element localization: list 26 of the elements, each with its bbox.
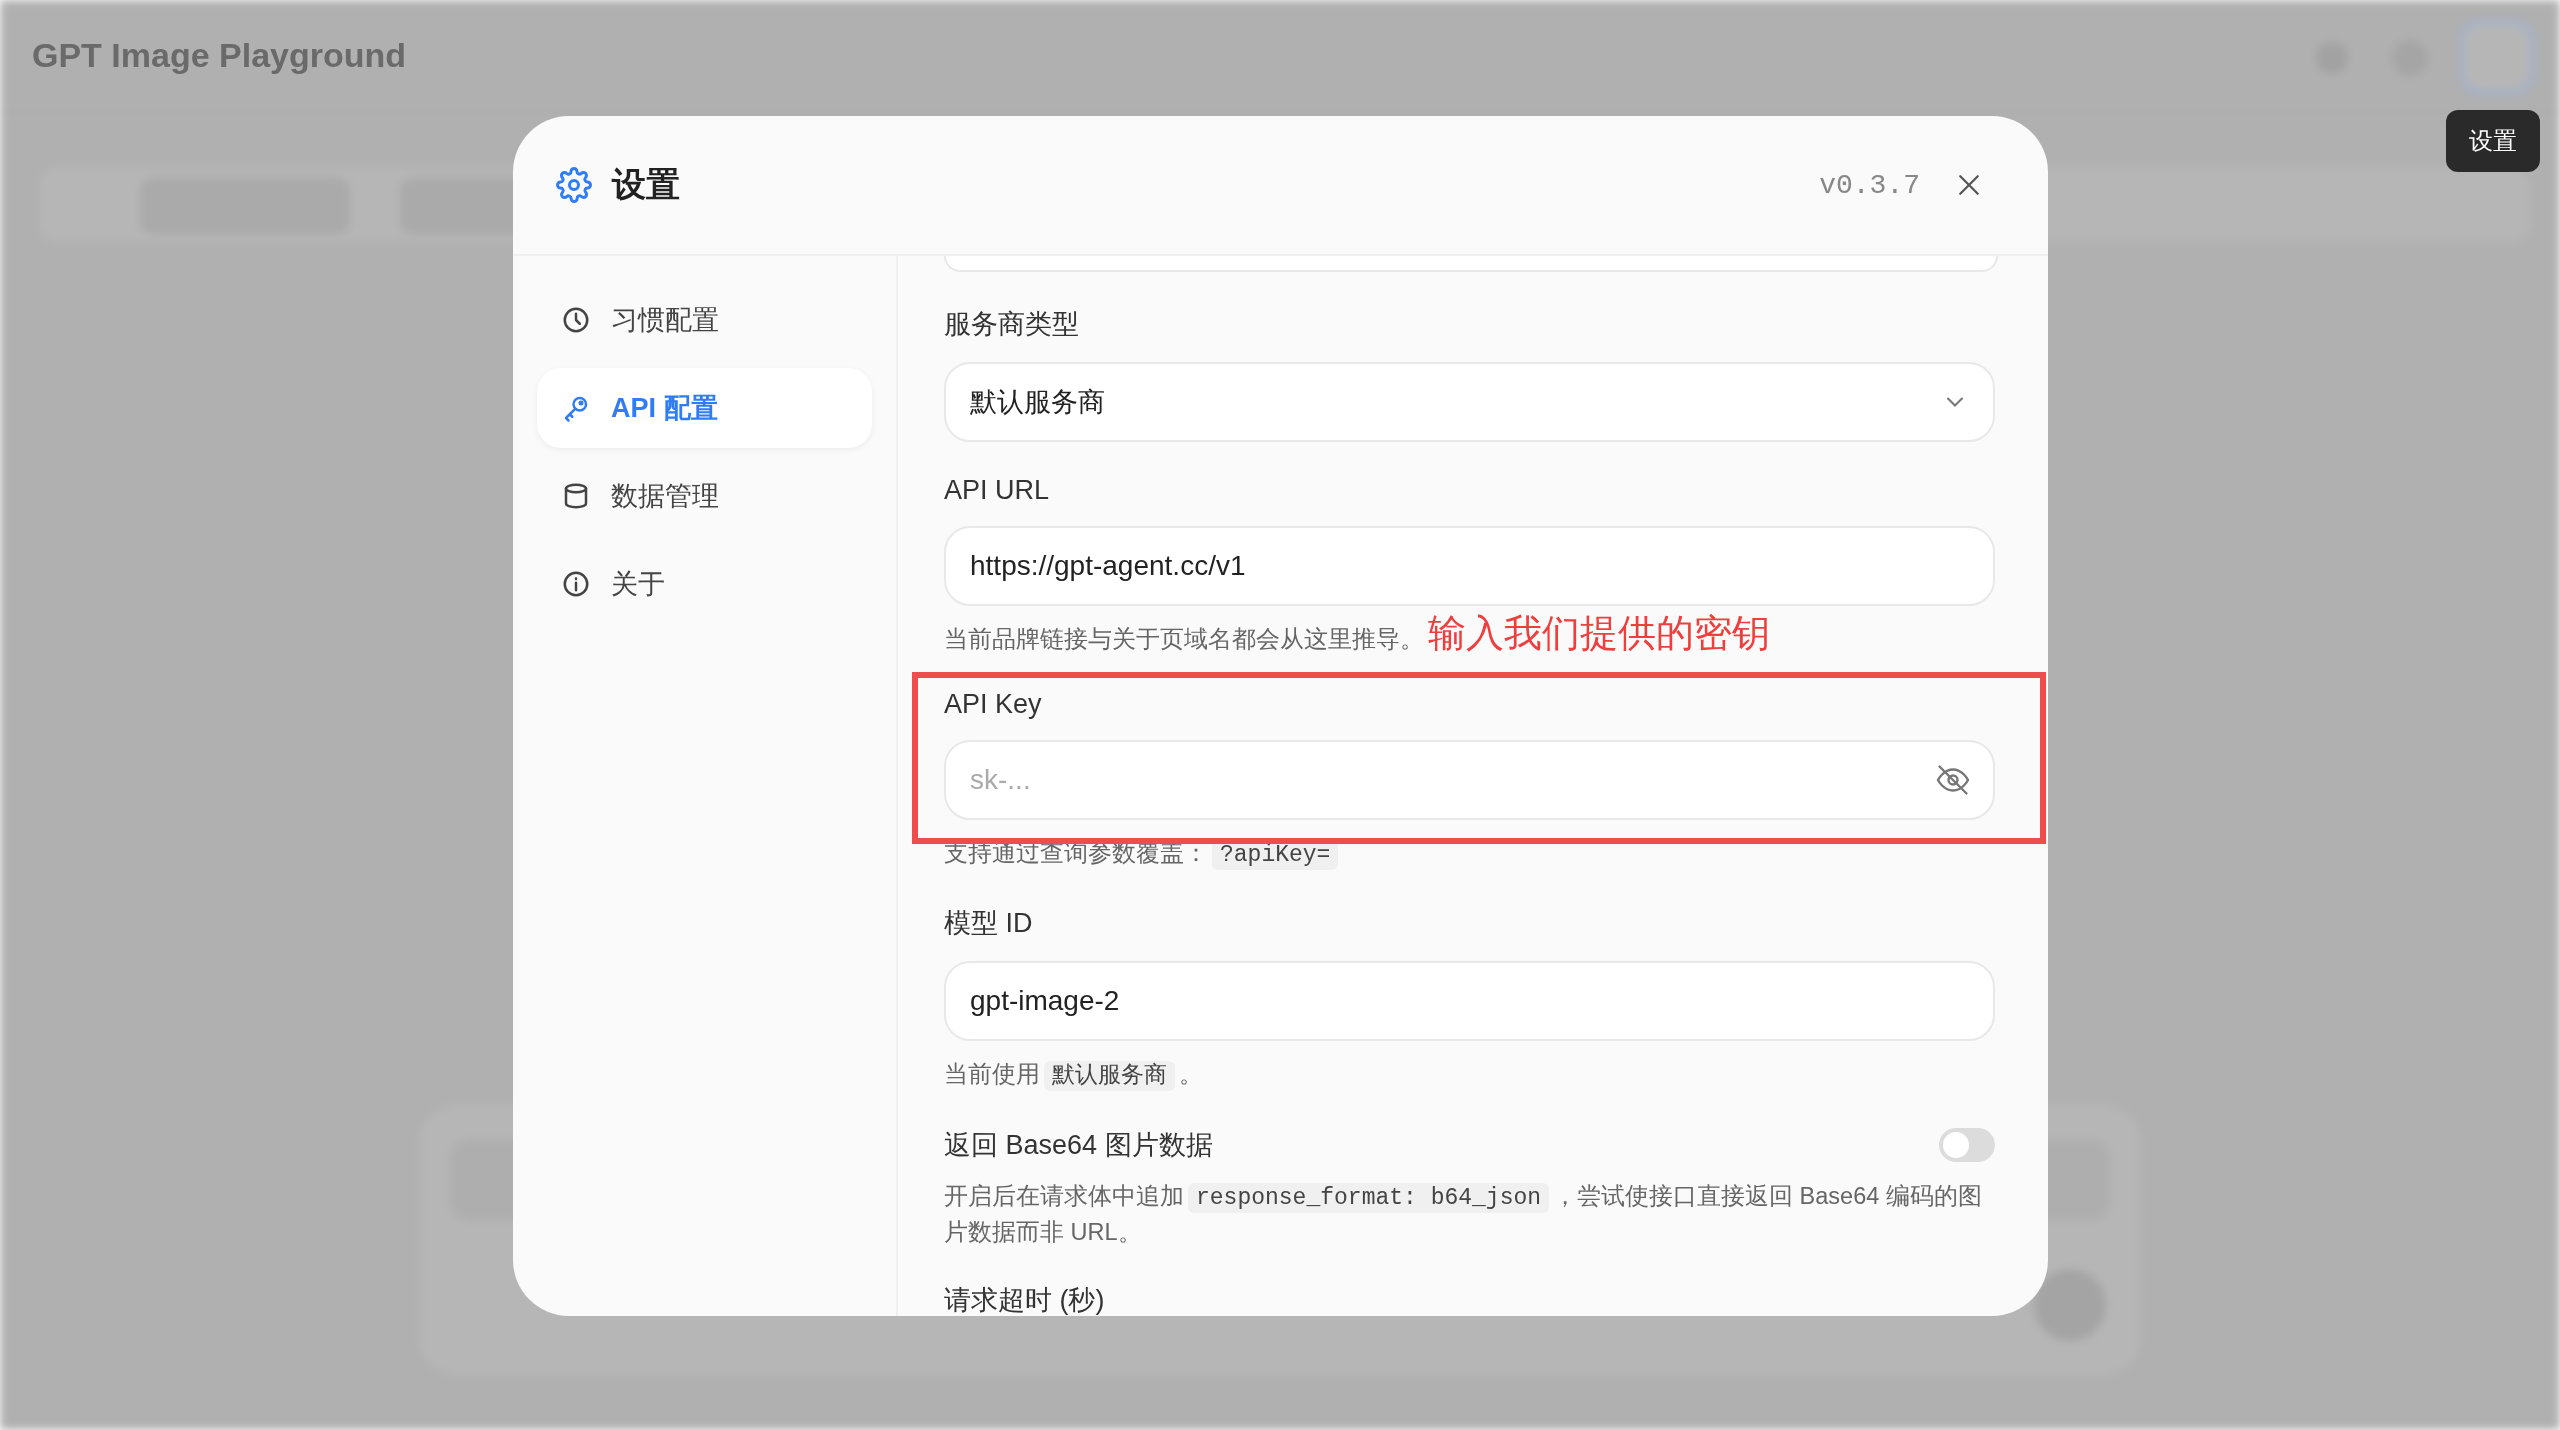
nav-item[interactable]: 数据管理 — [537, 456, 872, 536]
nav-item[interactable]: API 配置 — [537, 368, 872, 448]
help-text: 开启后在请求体中追加 response_format: b64_json ，尝试使接口直接返回 Base64 编码的图片数据而非 URL。 — [944, 1181, 1983, 1248]
dialog-title: 设置 — [612, 164, 680, 205]
annotation-text: 输入我们提供的密钥 — [1428, 614, 1770, 652]
tooltip: 设置 — [2446, 110, 2540, 172]
field-label: 请求超时 (秒) — [944, 1284, 1106, 1316]
help-text: 当前使用 默认服务商 。 — [944, 1060, 1203, 1094]
help-text: 当前品牌链接与关于页域名都会从这里推导。 — [944, 625, 1424, 654]
field-label: 模型 ID — [944, 907, 1034, 941]
field-label: 服务商类型 — [944, 308, 1080, 341]
provider-dropdown[interactable]: 默认服务商 — [944, 362, 1995, 442]
toggle-switch[interactable] — [1939, 1127, 1995, 1162]
app-title: GPT Image Playground — [32, 36, 407, 75]
nav-item[interactable]: 关于 — [537, 544, 872, 624]
field-label: API URL — [944, 475, 1051, 506]
field-label: API Key — [944, 689, 1043, 721]
info-icon — [561, 569, 591, 599]
input-field[interactable]: gpt-image-2 — [944, 961, 1995, 1042]
nav-item[interactable]: 习惯配置 — [537, 280, 872, 360]
version-label: v0.3.7 — [1819, 169, 1920, 201]
input-field[interactable]: https://gpt-agent.cc/v1 — [944, 526, 1995, 606]
clock-icon — [561, 305, 591, 335]
settings-icon — [556, 167, 592, 203]
field-label: 返回 Base64 图片数据 — [944, 1128, 1213, 1162]
input-field[interactable]: sk-... — [944, 740, 1995, 821]
